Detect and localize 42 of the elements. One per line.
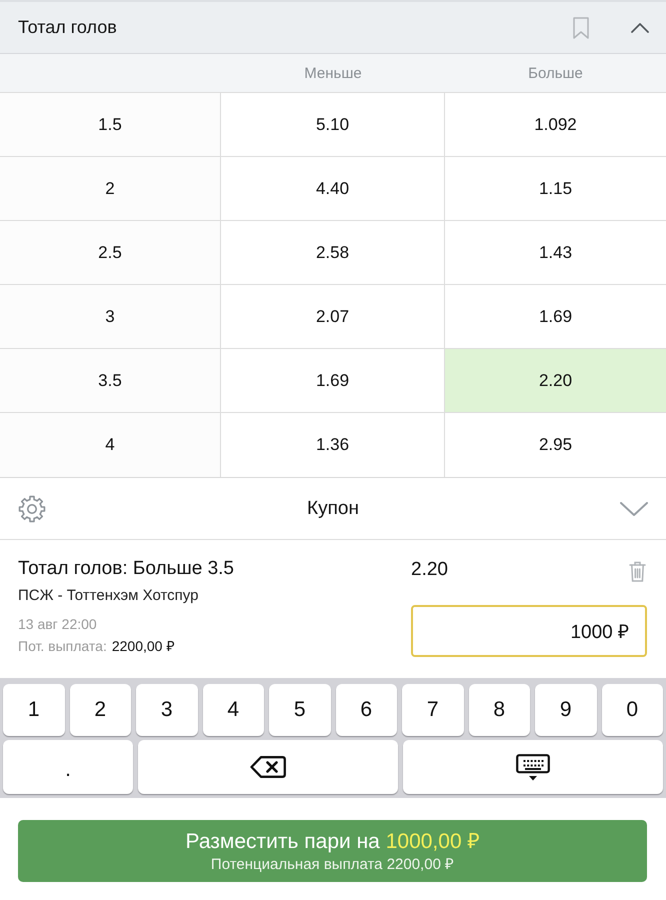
payout-value: 2200,00 ₽ bbox=[112, 637, 174, 655]
keypad-key[interactable]: 8 bbox=[468, 684, 530, 736]
trash-icon[interactable] bbox=[629, 561, 646, 582]
keypad-key[interactable]: 4 bbox=[202, 684, 264, 736]
odds-cell[interactable]: 1.69 bbox=[221, 349, 445, 413]
column-header: Меньше bbox=[304, 64, 362, 82]
keypad-key[interactable]: 7 bbox=[402, 684, 464, 736]
total-cell: 3 bbox=[0, 285, 221, 349]
chevron-up-icon[interactable] bbox=[631, 22, 649, 32]
keypad-key[interactable]: 1 bbox=[3, 684, 64, 736]
odds-cell[interactable]: 4.40 bbox=[221, 157, 445, 221]
total-cell: 1.5 bbox=[0, 93, 221, 157]
bet-odds: 2.20 bbox=[411, 558, 448, 582]
market-title: Тотал голов bbox=[18, 17, 118, 38]
bookmark-icon[interactable] bbox=[573, 16, 589, 38]
bet-market: Тотал голов: Больше 3.5 bbox=[18, 557, 235, 581]
keyboard-icon bbox=[516, 754, 550, 780]
odds-cell[interactable]: 5.10 bbox=[221, 93, 445, 157]
odds-cell[interactable]: 2.07 bbox=[221, 285, 445, 349]
total-cell: 3.5 bbox=[0, 349, 221, 413]
keypad-key[interactable]: 6 bbox=[336, 684, 397, 736]
backspace-icon bbox=[250, 756, 286, 778]
hide-keyboard-key[interactable] bbox=[403, 740, 663, 794]
match-name: ПСЖ - Тоттенхэм Хотспур bbox=[18, 586, 200, 606]
match-datetime: 13 авг 22:00 bbox=[18, 615, 98, 633]
backspace-key[interactable] bbox=[138, 740, 398, 794]
odds-cell[interactable]: 2.20 bbox=[445, 349, 666, 413]
total-cell: 2 bbox=[0, 157, 221, 221]
stake-input[interactable]: 1000 ₽ bbox=[411, 605, 647, 657]
odds-cell[interactable]: 2.58 bbox=[221, 221, 445, 285]
total-cell: 2.5 bbox=[0, 221, 221, 285]
coupon-title: Купон bbox=[307, 498, 359, 520]
keypad-key[interactable]: 0 bbox=[602, 684, 663, 736]
keypad-key[interactable]: 3 bbox=[136, 684, 198, 736]
keypad-key[interactable]: . bbox=[3, 740, 133, 794]
chevron-down-icon[interactable] bbox=[620, 502, 648, 516]
settings-icon[interactable] bbox=[18, 494, 46, 522]
keypad-key[interactable]: 9 bbox=[535, 684, 596, 736]
payout-label: Пот. выплата: bbox=[18, 637, 107, 655]
column-header: Больше bbox=[528, 64, 583, 82]
keypad-key[interactable]: 5 bbox=[269, 684, 330, 736]
keypad-key[interactable]: 2 bbox=[70, 684, 131, 736]
